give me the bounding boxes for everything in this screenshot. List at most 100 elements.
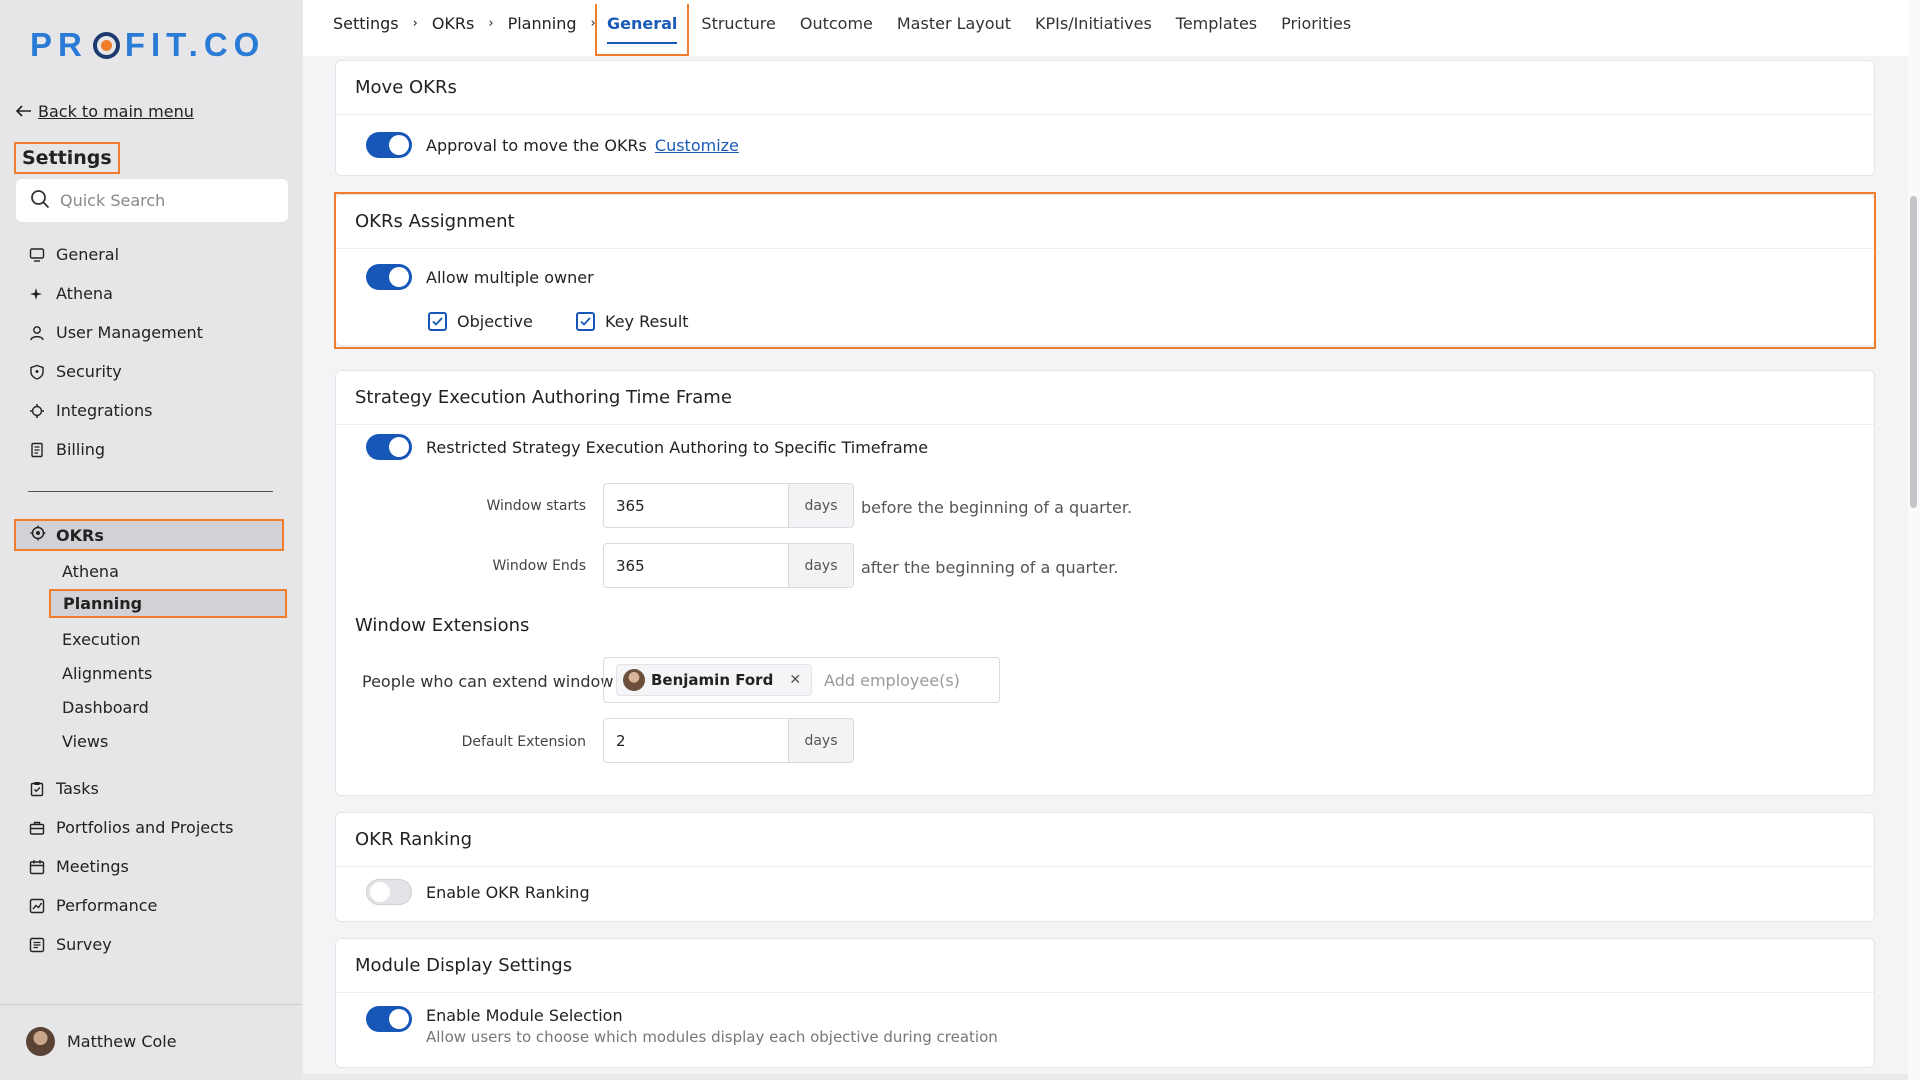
toggle-label: Restricted Strategy Execution Authoring … bbox=[426, 437, 929, 457]
clipboard-icon bbox=[28, 780, 45, 797]
subnav-item-athena[interactable]: Athena bbox=[62, 554, 152, 588]
window-ends-field[interactable]: 365 days bbox=[603, 543, 854, 588]
sidebar-item-portfolios[interactable]: Portfolios and Projects bbox=[28, 808, 288, 847]
add-employee-input[interactable]: Add employee(s) bbox=[824, 671, 960, 690]
tab-master-layout[interactable]: Master Layout bbox=[885, 4, 1023, 56]
sidebar-item-label: Survey bbox=[56, 935, 112, 954]
subnav-item-execution[interactable]: Execution bbox=[62, 622, 152, 656]
window-starts-input[interactable]: 365 bbox=[604, 484, 789, 527]
sidebar-item-billing[interactable]: Billing bbox=[28, 430, 288, 469]
back-to-main-menu-link[interactable]: Back to main menu bbox=[15, 102, 194, 121]
modules-nav: Tasks Portfolios and Projects Meetings P… bbox=[28, 769, 288, 964]
page-scrollbar[interactable] bbox=[1908, 0, 1920, 1080]
logo-ring-icon bbox=[92, 31, 120, 59]
profit-co-logo[interactable]: PR FIT.CO bbox=[30, 26, 265, 64]
window-starts-field[interactable]: 365 days bbox=[603, 483, 854, 528]
card-title: OKRs Assignment bbox=[336, 195, 1874, 249]
sidebar-item-user-management[interactable]: User Management bbox=[28, 313, 288, 352]
approval-move-toggle[interactable] bbox=[366, 132, 412, 158]
breadcrumb-planning[interactable]: Planning bbox=[508, 14, 577, 33]
window-starts-label: Window starts bbox=[486, 498, 586, 514]
okrs-assignment-card: OKRs Assignment Allow multiple owner Obj… bbox=[335, 194, 1875, 346]
sidebar-item-okrs[interactable]: OKRs bbox=[14, 519, 284, 551]
sidebar-item-integrations[interactable]: Integrations bbox=[28, 391, 288, 430]
unit-days: days bbox=[789, 484, 853, 527]
top-bar: Settings › OKRs › Planning › General Str… bbox=[303, 0, 1908, 56]
default-extension-field[interactable]: 2 days bbox=[603, 718, 854, 763]
subnav-item-planning[interactable]: Planning bbox=[49, 589, 287, 618]
okr-ranking-card: OKR Ranking Enable OKR Ranking bbox=[335, 812, 1875, 922]
sidebar-item-survey[interactable]: Survey bbox=[28, 925, 288, 964]
breadcrumb-settings[interactable]: Settings bbox=[333, 14, 399, 33]
customize-link[interactable]: Customize bbox=[655, 136, 739, 155]
subnav-item-dashboard[interactable]: Dashboard bbox=[62, 690, 152, 724]
back-link-label: Back to main menu bbox=[38, 102, 194, 121]
window-ends-input[interactable]: 365 bbox=[604, 544, 789, 587]
sidebar-item-label: Meetings bbox=[56, 857, 129, 876]
receipt-icon bbox=[28, 441, 45, 458]
multiple-owner-row: Allow multiple owner bbox=[366, 264, 594, 290]
settings-nav: General Athena User Management Security … bbox=[28, 235, 288, 469]
toggle-label: Enable OKR Ranking bbox=[426, 882, 590, 902]
default-extension-input[interactable]: 2 bbox=[604, 719, 789, 762]
monitor-icon bbox=[28, 246, 45, 263]
employee-chip-name: Benjamin Ford bbox=[651, 671, 774, 689]
restricted-authoring-toggle[interactable] bbox=[366, 434, 412, 460]
breadcrumb-okrs[interactable]: OKRs bbox=[432, 14, 475, 33]
subnav-item-alignments[interactable]: Alignments bbox=[62, 656, 152, 690]
sidebar-item-tasks[interactable]: Tasks bbox=[28, 769, 288, 808]
key-result-checkbox[interactable] bbox=[576, 312, 595, 331]
scrollbar-thumb[interactable] bbox=[1910, 196, 1917, 508]
people-extend-label: People who can extend window bbox=[362, 672, 614, 691]
logo-text-pre: PR bbox=[30, 26, 88, 63]
window-ends-label: Window Ends bbox=[492, 558, 586, 574]
close-icon[interactable]: ✕ bbox=[789, 672, 801, 688]
sidebar-item-general[interactable]: General bbox=[28, 235, 288, 274]
default-extension-label: Default Extension bbox=[461, 734, 586, 750]
move-okrs-row: Approval to move the OKRs Customize bbox=[366, 132, 739, 158]
subnav-item-views[interactable]: Views bbox=[62, 724, 152, 758]
okr-ranking-toggle[interactable] bbox=[366, 879, 412, 905]
sidebar-item-label: Portfolios and Projects bbox=[56, 818, 234, 837]
quick-search-input[interactable]: Quick Search bbox=[16, 179, 288, 222]
sidebar-item-label: Integrations bbox=[56, 401, 153, 420]
sidebar-item-security[interactable]: Security bbox=[28, 352, 288, 391]
sidebar-item-athena[interactable]: Athena bbox=[28, 274, 288, 313]
sidebar-item-meetings[interactable]: Meetings bbox=[28, 847, 288, 886]
multiple-owner-toggle[interactable] bbox=[366, 264, 412, 290]
search-icon bbox=[30, 189, 50, 213]
tab-priorities[interactable]: Priorities bbox=[1269, 4, 1363, 56]
module-selection-toggle[interactable] bbox=[366, 1006, 412, 1032]
sidebar-item-performance[interactable]: Performance bbox=[28, 886, 288, 925]
toggle-label: Allow multiple owner bbox=[426, 267, 594, 287]
tab-kpis-initiatives[interactable]: KPIs/Initiatives bbox=[1023, 4, 1164, 56]
chart-icon bbox=[28, 897, 45, 914]
tab-structure[interactable]: Structure bbox=[689, 4, 787, 56]
module-selection-row: Enable Module Selection Allow users to c… bbox=[366, 1006, 998, 1046]
objective-checkbox[interactable] bbox=[428, 312, 447, 331]
quick-search-placeholder: Quick Search bbox=[60, 191, 166, 210]
user-name: Matthew Cole bbox=[67, 1032, 177, 1051]
settings-content: Move OKRs Approval to move the OKRs Cust… bbox=[303, 56, 1908, 1074]
survey-icon bbox=[28, 936, 45, 953]
sidebar-item-label: Performance bbox=[56, 896, 158, 915]
window-starts-hint: before the beginning of a quarter. bbox=[861, 498, 1133, 517]
unit-days: days bbox=[789, 544, 853, 587]
key-result-checkbox-row[interactable]: Key Result bbox=[576, 312, 689, 331]
module-selection-text: Enable Module Selection Allow users to c… bbox=[426, 1006, 998, 1046]
tab-templates[interactable]: Templates bbox=[1164, 4, 1269, 56]
objective-checkbox-row[interactable]: Objective bbox=[428, 312, 533, 331]
logo-text-post: FIT.CO bbox=[124, 26, 266, 63]
current-user[interactable]: Matthew Cole bbox=[0, 1004, 302, 1056]
unit-days: days bbox=[789, 719, 853, 762]
tab-outcome[interactable]: Outcome bbox=[788, 4, 885, 56]
window-extensions-heading: Window Extensions bbox=[355, 615, 530, 636]
chevron-right-icon: › bbox=[488, 16, 494, 31]
briefcase-icon bbox=[28, 819, 45, 836]
toggle-label: Approval to move the OKRs bbox=[426, 135, 647, 155]
sidebar-item-label: Security bbox=[56, 362, 122, 381]
employee-picker[interactable]: Benjamin Ford ✕ Add employee(s) bbox=[603, 657, 1000, 703]
chevron-right-icon: › bbox=[412, 16, 418, 31]
target-icon bbox=[30, 525, 46, 545]
tab-general[interactable]: General bbox=[595, 4, 690, 56]
